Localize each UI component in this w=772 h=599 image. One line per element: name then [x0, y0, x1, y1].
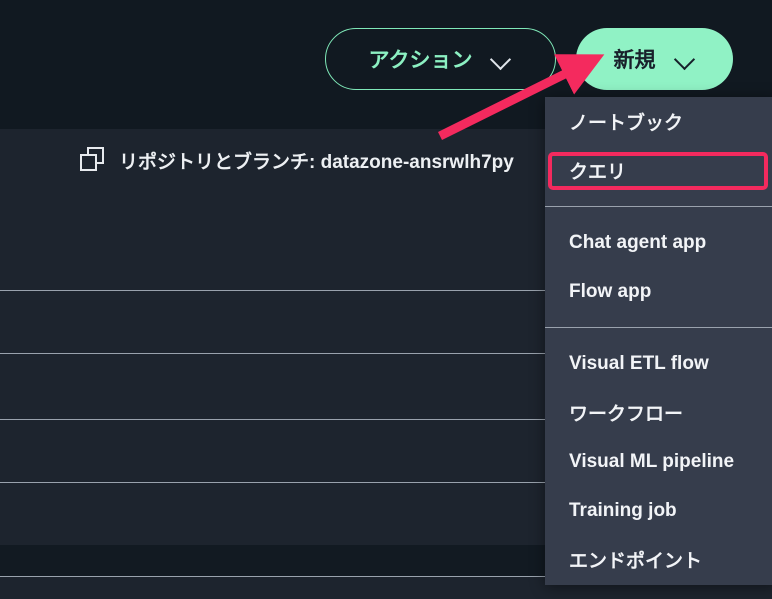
- actions-button-label: アクション: [368, 49, 473, 72]
- menu-item-chat-agent-app[interactable]: Chat agent app: [545, 218, 772, 267]
- menu-item-クエリ[interactable]: クエリ: [545, 146, 772, 195]
- new-button-label: 新規: [613, 49, 656, 72]
- new-dropdown-menu[interactable]: ノートブック クエリ Chat agent app Flow app Visual ET…: [545, 97, 772, 585]
- actions-button[interactable]: アクション: [325, 28, 556, 90]
- header-action-group: アクション 新規: [325, 28, 733, 90]
- menu-separator: [545, 327, 772, 328]
- menu-item-visual-etl-flow[interactable]: Visual ETL flow: [545, 339, 772, 388]
- menu-item-ノートブック[interactable]: ノートブック: [545, 97, 772, 146]
- menu-item-flow-app[interactable]: Flow app: [545, 267, 772, 316]
- copy-icon: [80, 147, 106, 173]
- menu-item-training-job[interactable]: Training job: [545, 486, 772, 535]
- new-button[interactable]: 新規: [576, 28, 733, 90]
- menu-item-visual-ml-pipeline[interactable]: Visual ML pipeline: [545, 437, 772, 486]
- chevron-down-icon: [674, 48, 696, 70]
- repository-branch-label: リポジトリとブランチ: datazone-ansrwlh7py: [119, 151, 514, 173]
- menu-separator: [545, 206, 772, 207]
- menu-item-ワークフロー[interactable]: ワークフロー: [545, 388, 772, 437]
- chevron-down-icon: [490, 48, 512, 70]
- menu-item-エンドポイント[interactable]: エンドポイント: [545, 535, 772, 584]
